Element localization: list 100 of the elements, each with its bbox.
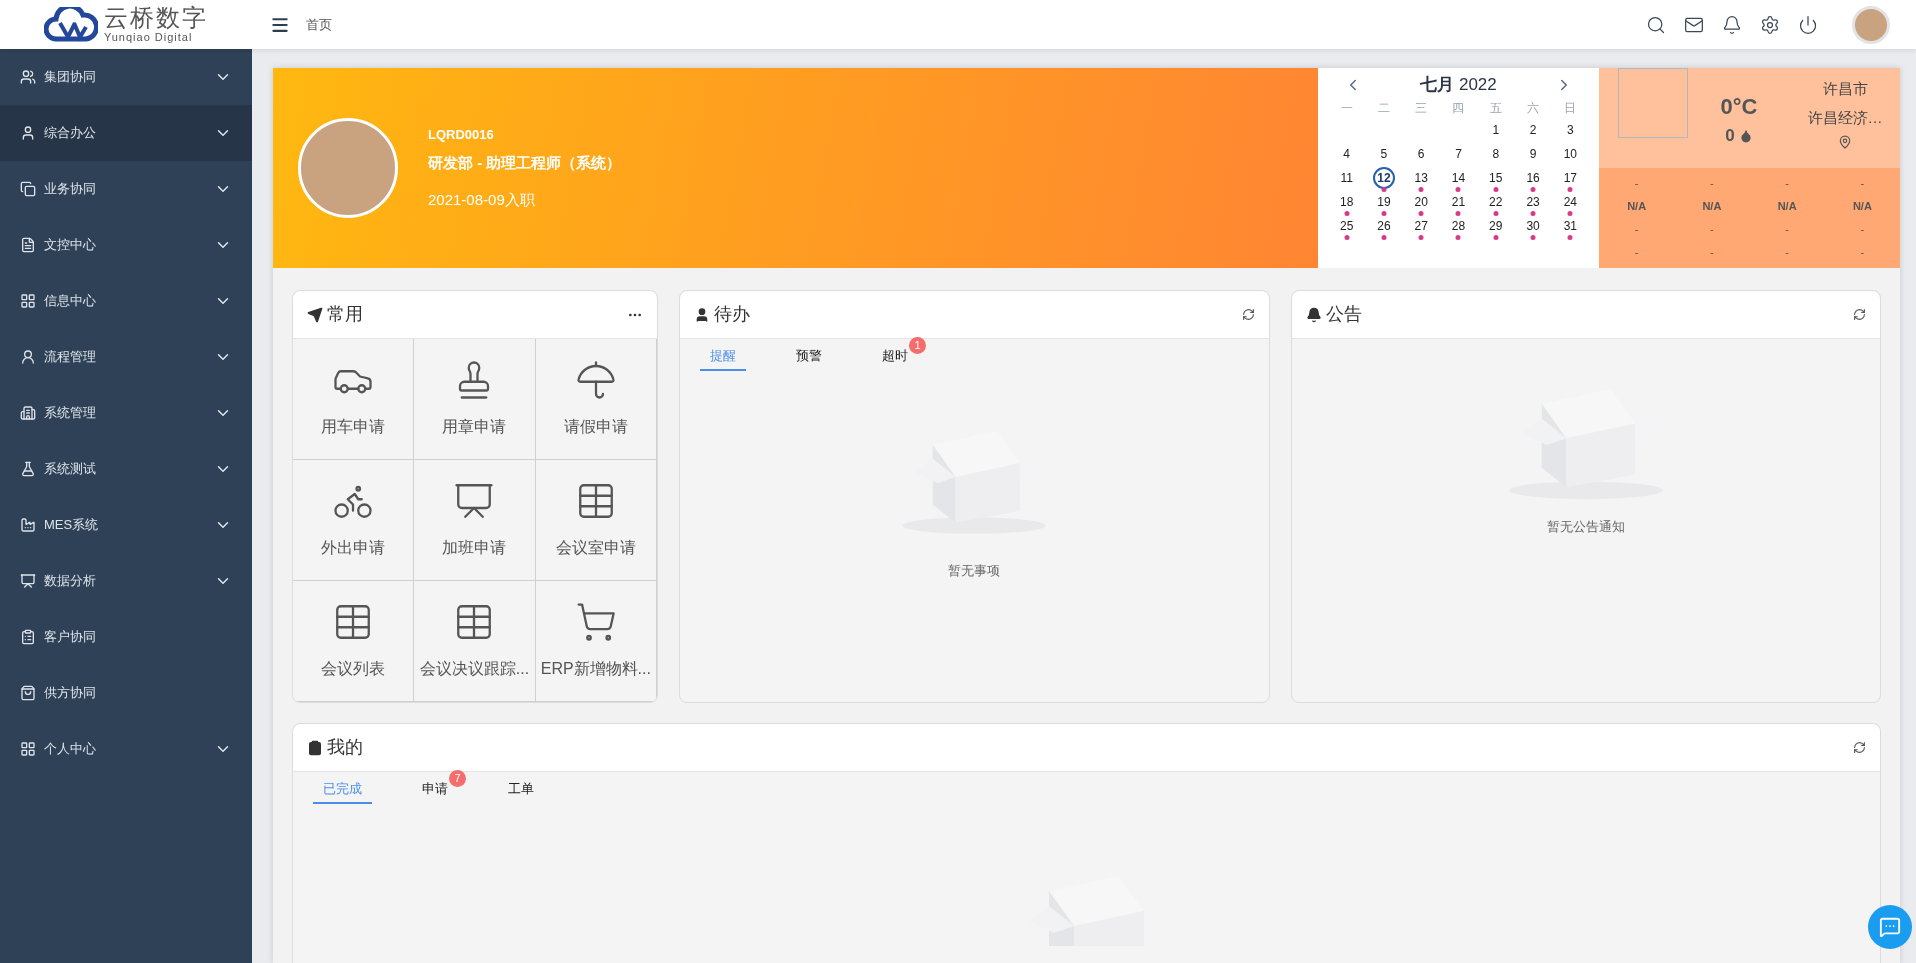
bell-icon[interactable] (1722, 14, 1742, 35)
forecast-value: - (1859, 245, 1866, 261)
calendar-day[interactable]: 4 (1335, 143, 1358, 165)
sidebar-item[interactable]: MES系统 (0, 497, 252, 553)
person-icon (694, 306, 710, 323)
calendar-day[interactable]: 23 (1522, 191, 1545, 213)
shortcut-tile[interactable]: 用章申请 (414, 339, 536, 460)
forecast-value: - (1709, 222, 1715, 238)
calendar-day[interactable]: 19 (1372, 191, 1395, 213)
calendar-day[interactable]: 8 (1484, 143, 1507, 165)
join-date: 2021-08-09入职 (428, 189, 536, 210)
image-placeholder (1618, 68, 1688, 138)
calendar-day[interactable]: 22 (1484, 191, 1507, 213)
calendar-day[interactable]: 15 (1484, 167, 1507, 189)
weekday-label: 日 (1563, 100, 1578, 117)
forecast-value: - (1784, 222, 1790, 238)
calendar-day[interactable]: 6 (1410, 143, 1433, 165)
calendar-day[interactable]: 29 (1484, 215, 1507, 237)
sidebar-item[interactable]: 供方协同 (0, 665, 252, 721)
sidebar-item[interactable]: 系统管理 (0, 385, 252, 441)
forecast-value: - (1784, 176, 1790, 192)
shortcut-tile[interactable]: ERP新增物料... (535, 581, 657, 702)
shortcut-tile[interactable]: 用车申请 (293, 339, 415, 460)
card-title: 待办 (714, 303, 750, 326)
forecast-value: - (1709, 176, 1715, 192)
forecast-value: N/A (1776, 199, 1798, 215)
search-icon[interactable] (1646, 14, 1666, 35)
calendar-day[interactable]: 16 (1522, 167, 1545, 189)
calendar-day[interactable]: 2 (1522, 119, 1545, 141)
calendar-title: 七月 2022 (1420, 74, 1497, 97)
building-icon (20, 405, 36, 421)
refresh-icon[interactable] (1853, 308, 1866, 321)
calendar-day[interactable]: 17 (1559, 167, 1582, 189)
sidebar-item[interactable]: 文控中心 (0, 217, 252, 273)
shortcut-tile[interactable]: 会议列表 (293, 581, 415, 702)
calendar-day[interactable]: 24 (1559, 191, 1582, 213)
calendar-day[interactable]: 25 (1335, 215, 1358, 237)
calendar-day[interactable]: 13 (1410, 167, 1433, 189)
weekday-label: 四 (1451, 100, 1466, 117)
cloud-logo-icon (44, 6, 98, 43)
person-icon (20, 349, 36, 365)
calendar-day[interactable]: 11 (1335, 167, 1358, 189)
calendar-day[interactable]: 28 (1447, 215, 1470, 237)
sidebar-item[interactable]: 系统测试 (0, 441, 252, 497)
sidebar-item[interactable]: 个人中心 (0, 721, 252, 777)
document-icon (20, 237, 36, 253)
calendar-day[interactable]: 18 (1335, 191, 1358, 213)
position-text: 研发部 - 助理工程师（系统） (428, 153, 622, 174)
temperature: 0°C (1720, 93, 1758, 121)
calendar-day[interactable]: 5 (1372, 143, 1395, 165)
sidebar-item[interactable]: 客户协同 (0, 609, 252, 665)
calendar-day[interactable]: 30 (1522, 215, 1545, 237)
calendar-day[interactable]: 26 (1372, 215, 1395, 237)
district: 许昌经济… (1807, 107, 1883, 128)
copy-icon (20, 181, 36, 197)
calendar-day[interactable]: 7 (1447, 143, 1470, 165)
sidebar-item[interactable]: 信息中心 (0, 273, 252, 329)
shortcut-tile[interactable]: 请假申请 (535, 339, 657, 460)
weekday-label: 一 (1339, 100, 1354, 117)
sidebar-item[interactable]: 业务协同 (0, 161, 252, 217)
logo-title: 云桥数字 (104, 6, 208, 30)
sidebar-item[interactable]: 流程管理 (0, 329, 252, 385)
calendar-day[interactable]: 21 (1447, 191, 1470, 213)
bag-icon (20, 685, 36, 701)
shortcut-tile[interactable]: 加班申请 (414, 460, 536, 581)
sidebar-item[interactable]: 数据分析 (0, 553, 252, 609)
presentation-board-icon (20, 573, 36, 589)
calendar-day[interactable]: 27 (1410, 215, 1433, 237)
calendar-day[interactable]: 3 (1559, 119, 1582, 141)
tab[interactable]: 工单 (498, 778, 544, 804)
calendar-day[interactable]: 14 (1447, 167, 1470, 189)
shortcut-tile[interactable]: 会议决议跟踪... (414, 581, 536, 702)
calendar-day[interactable]: 20 (1410, 191, 1433, 213)
forecast-value: - (1784, 245, 1790, 261)
umbrella-icon (574, 359, 617, 401)
forecast-value: - (1859, 176, 1866, 192)
grid-icon (20, 741, 36, 757)
humidity: 0 (1725, 125, 1735, 147)
forecast-value: N/A (1626, 199, 1648, 215)
refresh-icon[interactable] (1853, 741, 1866, 754)
empty-message: 暂无公告通知 (1546, 518, 1625, 536)
settings-icon[interactable] (1760, 14, 1780, 35)
breadcrumb[interactable]: 首页 (306, 14, 332, 35)
shortcut-tile[interactable]: 外出申请 (293, 460, 415, 581)
shortcut-tile[interactable]: 会议室申请 (535, 460, 657, 581)
weekday-label: 五 (1488, 100, 1503, 117)
sidebar-item[interactable]: 综合办公 (0, 105, 252, 161)
refresh-icon[interactable] (1241, 308, 1255, 321)
sidebar-item[interactable]: 集团协同 (0, 49, 252, 105)
tab[interactable]: 预警 (786, 345, 832, 371)
cart-icon (574, 601, 617, 643)
calendar-day[interactable]: 9 (1522, 143, 1545, 165)
weekday-label: 六 (1526, 100, 1541, 117)
calendar-day[interactable]: 31 (1559, 215, 1582, 237)
forecast-value: - (1633, 222, 1640, 238)
city: 许昌市 (1822, 79, 1868, 99)
calendar-day[interactable]: 1 (1484, 119, 1507, 141)
card-title: 常用 (327, 303, 363, 326)
power-icon[interactable] (1798, 14, 1818, 35)
calendar-day[interactable]: 10 (1559, 143, 1582, 165)
